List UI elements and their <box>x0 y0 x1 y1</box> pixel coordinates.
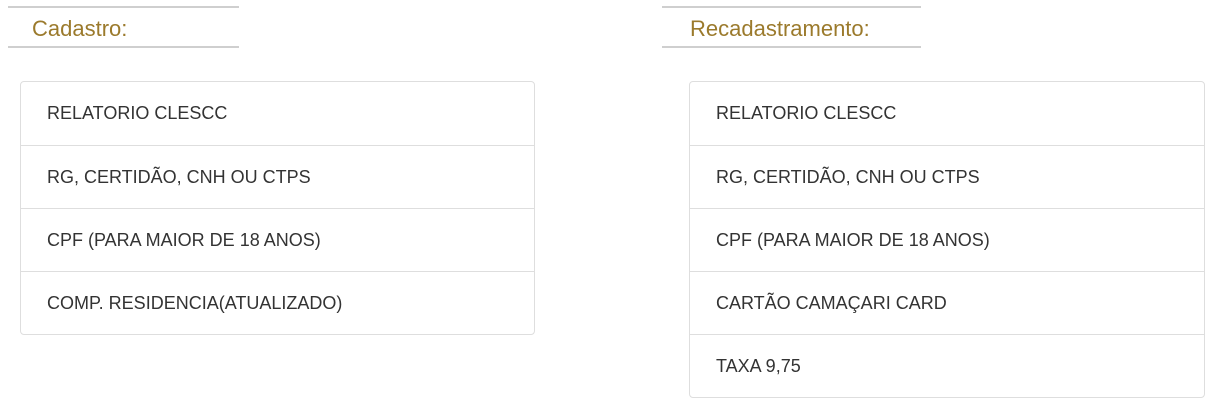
list-item: RELATORIO CLESCC <box>716 103 897 123</box>
list-item: RG, CERTIDÃO, CNH OU CTPS <box>21 145 534 208</box>
list-item: COMP. RESIDENCIA(ATUALIZADO) <box>21 271 534 334</box>
list-item: RELATORIO CLESCC <box>47 103 228 123</box>
list-item: CPF (PARA MAIOR DE 18 ANOS) <box>21 208 534 271</box>
cadastro-requirements-list: RELATORIO CLESCC RG, CERTIDÃO, CNH OU CT… <box>20 81 535 335</box>
recadastramento-heading-box: Recadastramento: <box>662 6 921 48</box>
cadastro-title: Cadastro: <box>32 16 128 41</box>
recadastramento-requirements-list: RELATORIO CLESCC RG, CERTIDÃO, CNH OU CT… <box>689 81 1205 398</box>
recadastramento-title: Recadastramento: <box>690 16 870 41</box>
list-item: TAXA 9,75 <box>690 334 1204 397</box>
list-item: RG, CERTIDÃO, CNH OU CTPS <box>690 145 1204 208</box>
list-item: CARTÃO CAMAÇARI CARD <box>690 271 1204 334</box>
list-item: CPF (PARA MAIOR DE 18 ANOS) <box>690 208 1204 271</box>
cadastro-heading-box: Cadastro: <box>8 6 239 48</box>
